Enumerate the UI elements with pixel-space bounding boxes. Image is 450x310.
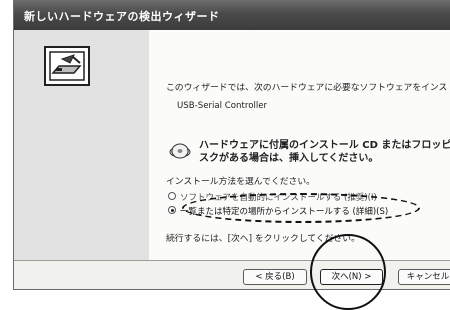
insert-cd-line2: スクがある場合は、挿入してください。 xyxy=(199,153,379,164)
next-button[interactable]: 次へ(N) > xyxy=(320,269,383,285)
auto-install-label[interactable]: ソフトウェアを自動的にインストールする (推奨)(I) xyxy=(180,191,377,203)
title-bar[interactable]: 新しいハードウェアの検出ウィザード xyxy=(14,0,450,30)
back-button[interactable]: < 戻る(B) xyxy=(243,269,307,285)
device-name: USB-Serial Controller xyxy=(177,101,268,111)
cd-icon xyxy=(169,143,191,159)
continue-instruction: 続行するには、[次へ] をクリックしてください。 xyxy=(166,234,360,244)
auto-install-radio[interactable] xyxy=(168,192,176,200)
manual-install-label[interactable]: 一覧または特定の場所からインストールする (詳細)(S) xyxy=(180,205,388,217)
button-separator xyxy=(14,260,450,261)
wizard-window: 新しいハードウェアの検出ウィザード このウィザードでは、次のハードウェアに必要な… xyxy=(13,0,450,290)
window-title: 新しいハードウェアの検出ウィザード xyxy=(24,10,220,23)
intro-text: このウィザードでは、次のハードウェアに必要なソフトウェアをインストールします: xyxy=(166,83,450,93)
hardware-wizard-icon xyxy=(44,46,90,86)
wizard-content: このウィザードでは、次のハードウェアに必要なソフトウェアをインストールします: … xyxy=(149,30,450,260)
manual-install-radio[interactable] xyxy=(168,206,176,214)
wizard-side-panel xyxy=(14,30,149,260)
choose-method-label: インストール方法を選んでください。 xyxy=(166,177,315,187)
cancel-button[interactable]: キャンセル xyxy=(398,269,450,285)
